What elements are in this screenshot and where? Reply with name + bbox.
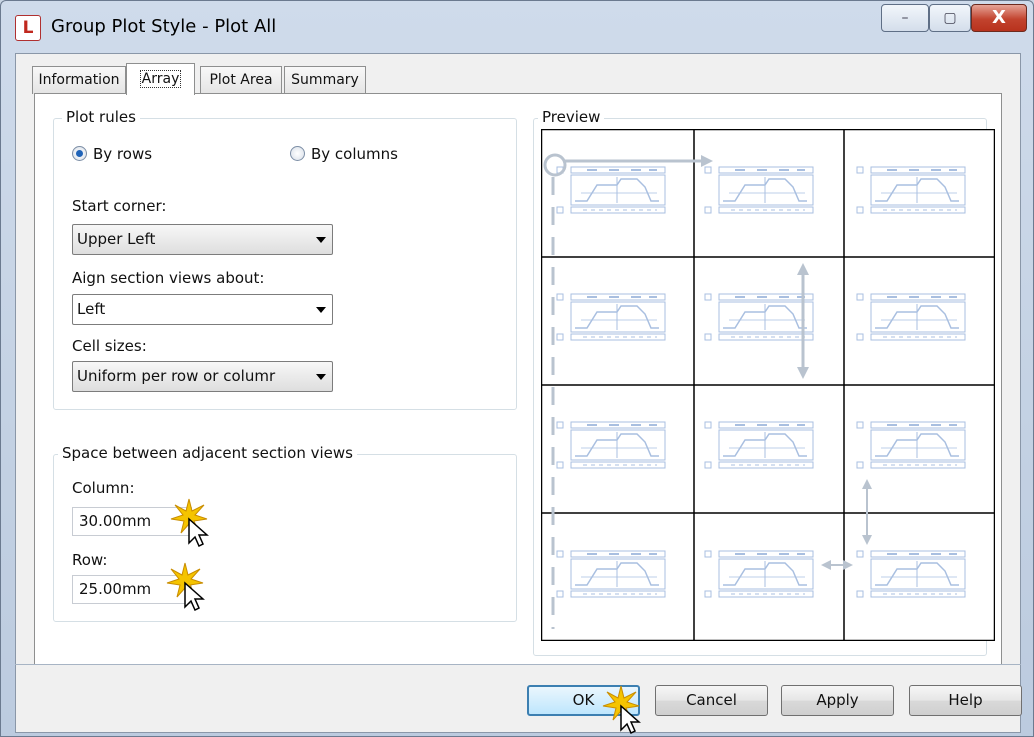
cell-sizes-label: Cell sizes: — [72, 337, 147, 355]
minimize-button[interactable]: – — [881, 4, 929, 32]
chevron-down-icon — [316, 307, 326, 313]
preview-canvas — [541, 129, 995, 641]
radio-checked-icon — [72, 146, 87, 161]
minimize-icon: – — [901, 10, 909, 26]
row-label: Row: — [72, 551, 108, 569]
tab-array-label: Array — [139, 70, 182, 88]
title-bar[interactable]: L Group Plot Style - Plot All – ▢ X — [1, 1, 1033, 53]
maximize-icon: ▢ — [943, 10, 957, 26]
maximize-button[interactable]: ▢ — [929, 4, 971, 32]
radio-unchecked-icon — [290, 146, 305, 161]
tab-array[interactable]: Array — [126, 63, 195, 95]
align-value: Left — [77, 300, 106, 318]
help-button[interactable]: Help — [909, 685, 1022, 716]
align-label: Aign section views about: — [72, 269, 265, 287]
apply-button[interactable]: Apply — [781, 685, 894, 716]
dialog-window: L Group Plot Style - Plot All – ▢ X Info… — [0, 0, 1034, 737]
cancel-button[interactable]: Cancel — [655, 685, 768, 716]
plot-rules-group: Plot rules By rows By columns Start corn… — [53, 108, 517, 410]
close-button[interactable]: X — [971, 4, 1027, 32]
cell-sizes-select[interactable]: Uniform per row or columr — [72, 361, 333, 392]
start-corner-label: Start corner: — [72, 197, 167, 215]
close-icon: X — [992, 7, 1006, 28]
cell-sizes-value: Uniform per row or columr — [77, 367, 276, 385]
tab-plot-area[interactable]: Plot Area — [200, 66, 282, 94]
plot-rules-legend: Plot rules — [62, 108, 140, 126]
by-columns-radio[interactable]: By columns — [290, 144, 398, 164]
by-columns-label: By columns — [311, 145, 398, 163]
align-select[interactable]: Left — [72, 294, 333, 325]
click-highlight-cursor-icon — [170, 498, 209, 547]
spacing-group: Space between adjacent section views Col… — [53, 444, 517, 622]
by-rows-label: By rows — [93, 145, 153, 163]
preview-legend: Preview — [538, 108, 605, 126]
start-corner-value: Upper Left — [77, 230, 156, 248]
click-highlight-cursor-icon — [166, 562, 205, 611]
tab-information[interactable]: Information — [32, 66, 126, 94]
chevron-down-icon — [316, 237, 326, 243]
column-label: Column: — [72, 479, 135, 497]
footer-divider — [15, 664, 1021, 665]
tab-summary[interactable]: Summary — [284, 66, 366, 94]
start-corner-select[interactable]: Upper Left — [72, 224, 333, 255]
by-rows-radio[interactable]: By rows — [72, 144, 152, 164]
spacing-legend: Space between adjacent section views — [58, 444, 357, 462]
window-title: Group Plot Style - Plot All — [51, 16, 277, 37]
chevron-down-icon — [316, 374, 326, 380]
autocad-icon[interactable]: L — [15, 15, 41, 41]
click-highlight-cursor-icon — [602, 685, 641, 735]
